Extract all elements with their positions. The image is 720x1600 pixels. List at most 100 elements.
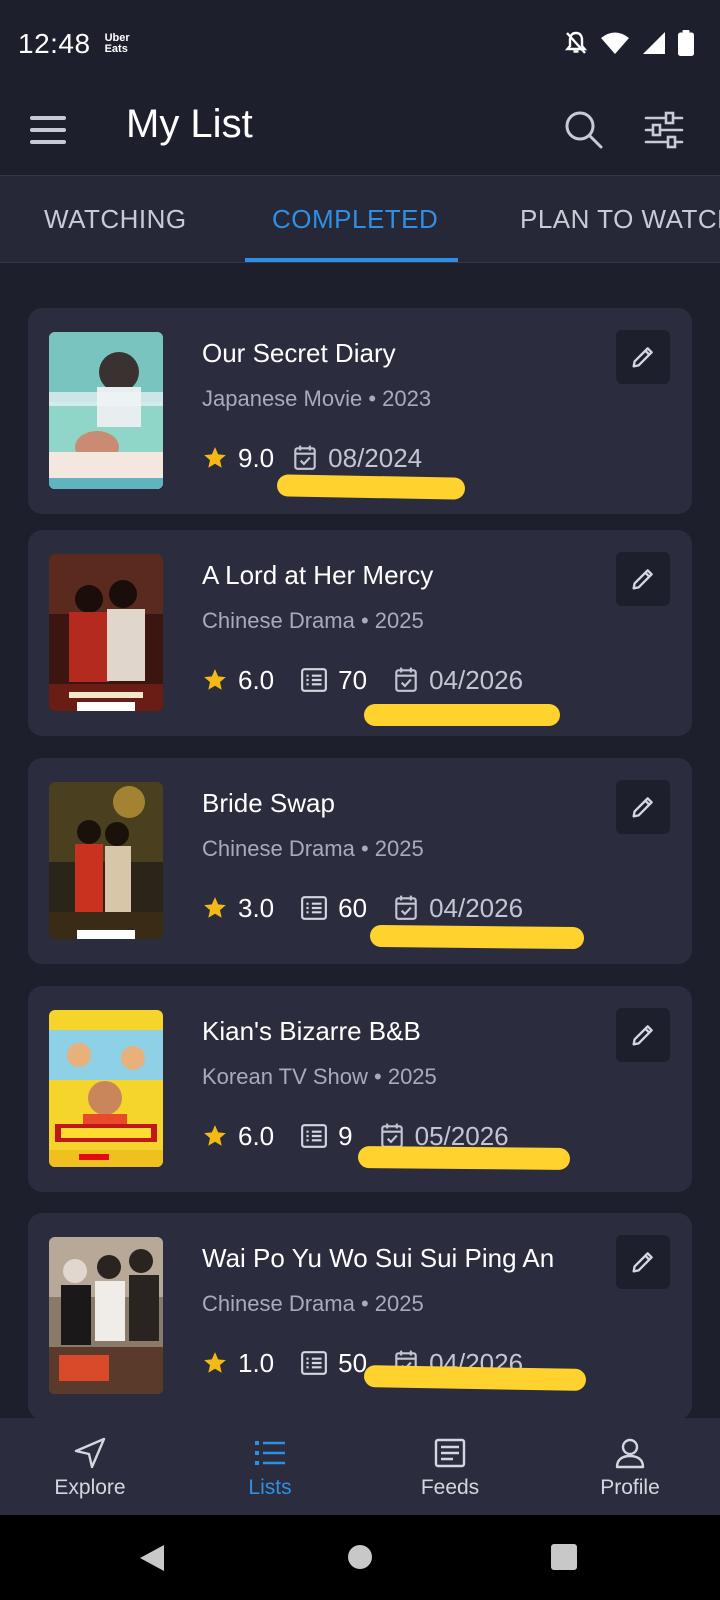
completed-date: 04/2026 [393, 893, 523, 924]
item-subtitle: Korean TV Show • 2025 [202, 1064, 437, 1089]
episodes-list-icon [301, 1351, 328, 1375]
date-value: 04/2026 [429, 892, 524, 923]
tab-completed[interactable]: COMPLETED [272, 204, 438, 235]
poster-image [49, 332, 163, 489]
completed-date: 04/2026 [393, 665, 523, 696]
nav-profile[interactable]: Profile [540, 1418, 720, 1515]
nav-lists[interactable]: Lists [180, 1418, 360, 1515]
system-navigation-bar [0, 1515, 720, 1600]
battery-icon [678, 30, 694, 56]
date-value: 04/2026 [429, 664, 524, 695]
episode-count: 60 [300, 893, 367, 924]
item-subtitle: Chinese Drama • 2025 [202, 836, 424, 861]
episode-count: 9 [300, 1120, 353, 1152]
marker-highlight [364, 704, 560, 726]
marker-highlight [276, 474, 466, 500]
rating: 6.0 [202, 1121, 274, 1152]
marker-highlight [357, 1146, 571, 1170]
pencil-icon [632, 1025, 653, 1046]
list-icon [255, 1441, 285, 1465]
item-title: Our Secret Diary [202, 338, 396, 368]
episodes-value: 60 [338, 892, 368, 923]
item-subtitle: Chinese Drama • 2025 [202, 1291, 424, 1316]
sliders-icon [644, 111, 684, 149]
calendar-check-icon [395, 895, 417, 920]
nav-label: Lists [248, 1476, 292, 1499]
star-icon [204, 669, 226, 690]
item-meta: 3.0 60 04/2026 [202, 888, 523, 928]
nav-label: Profile [600, 1476, 660, 1499]
tab-watching[interactable]: WATCHING [44, 204, 187, 235]
rating: 9.0 [202, 443, 274, 474]
tab-plan-to-watch[interactable]: PLAN TO WATCH [520, 204, 720, 235]
notification-app-icon: Uber Eats [105, 33, 130, 55]
person-icon [615, 1438, 645, 1469]
poster-image [49, 1237, 163, 1394]
edit-button[interactable] [616, 330, 670, 384]
menu-button[interactable] [30, 110, 70, 150]
menu-icon [30, 116, 66, 120]
item-meta: 6.0 70 04/2026 [202, 660, 523, 700]
news-icon [434, 1438, 466, 1468]
status-bar: 12:48 Uber Eats [0, 0, 720, 88]
notifications-off-icon [564, 31, 588, 54]
edit-button[interactable] [616, 1235, 670, 1289]
calendar-check-icon [395, 667, 417, 692]
episodes-value: 9 [338, 1120, 353, 1151]
date-value: 08/2024 [328, 442, 423, 473]
edit-button[interactable] [616, 780, 670, 834]
item-subtitle: Japanese Movie • 2023 [202, 386, 432, 411]
page-title: My List [126, 102, 253, 146]
marker-highlight [369, 924, 585, 950]
edit-button[interactable] [616, 1008, 670, 1062]
star-icon [204, 1125, 226, 1146]
item-title: Bride Swap [202, 788, 335, 818]
status-time: 12:48 [18, 28, 91, 59]
rating: 1.0 [202, 1348, 274, 1379]
rating-value: 3.0 [238, 892, 275, 923]
poster-image [49, 782, 163, 939]
wifi-icon [601, 32, 629, 54]
episode-count: 50 [300, 1348, 367, 1379]
episode-count: 70 [300, 665, 367, 696]
rating: 6.0 [202, 665, 274, 696]
list-item[interactable]: Bride Swap Chinese Drama • 2025 3.0 60 0… [28, 758, 692, 964]
back-icon[interactable] [138, 1543, 166, 1573]
nav-label: Explore [54, 1476, 126, 1499]
navigation-arrow-icon [74, 1437, 106, 1469]
episodes-value: 70 [338, 664, 368, 695]
nav-explore[interactable]: Explore [0, 1418, 180, 1515]
tab-bar: WATCHING COMPLETED PLAN TO WATCH [0, 176, 720, 262]
poster-image [49, 1010, 163, 1167]
rating-value: 6.0 [238, 664, 275, 695]
episodes-list-icon [301, 1124, 328, 1148]
list-item[interactable]: Wai Po Yu Wo Sui Sui Ping An Chinese Dra… [28, 1213, 692, 1418]
item-title: Wai Po Yu Wo Sui Sui Ping An [202, 1243, 555, 1273]
episodes-list-icon [301, 668, 328, 692]
app-bar: My List [0, 88, 720, 176]
filter-button[interactable] [642, 108, 686, 152]
home-icon[interactable] [347, 1544, 373, 1570]
signal-icon [643, 32, 665, 54]
rating-value: 6.0 [238, 1120, 275, 1151]
rating: 3.0 [202, 893, 274, 924]
bottom-navigation: Explore Lists Feeds Profile [0, 1418, 720, 1515]
star-icon [204, 1352, 226, 1373]
app-line-2: Eats [104, 43, 128, 55]
poster-image [49, 554, 163, 711]
episodes-list-icon [301, 896, 328, 920]
nav-feeds[interactable]: Feeds [360, 1418, 540, 1515]
completed-date: 08/2024 [292, 443, 422, 474]
completed-list[interactable]: Our Secret Diary Japanese Movie • 2023 9… [0, 263, 720, 1418]
item-meta: 9.0 08/2024 [202, 438, 422, 478]
calendar-check-icon [294, 445, 316, 470]
edit-button[interactable] [616, 552, 670, 606]
pencil-icon [632, 1252, 653, 1273]
item-title: Kian's Bizarre B&B [202, 1016, 421, 1046]
search-button[interactable] [562, 108, 606, 152]
pencil-icon [632, 797, 653, 818]
list-item[interactable]: A Lord at Her Mercy Chinese Drama • 2025… [28, 530, 692, 736]
rating-value: 9.0 [238, 442, 275, 473]
search-icon [565, 111, 603, 149]
recents-icon[interactable] [551, 1544, 577, 1570]
